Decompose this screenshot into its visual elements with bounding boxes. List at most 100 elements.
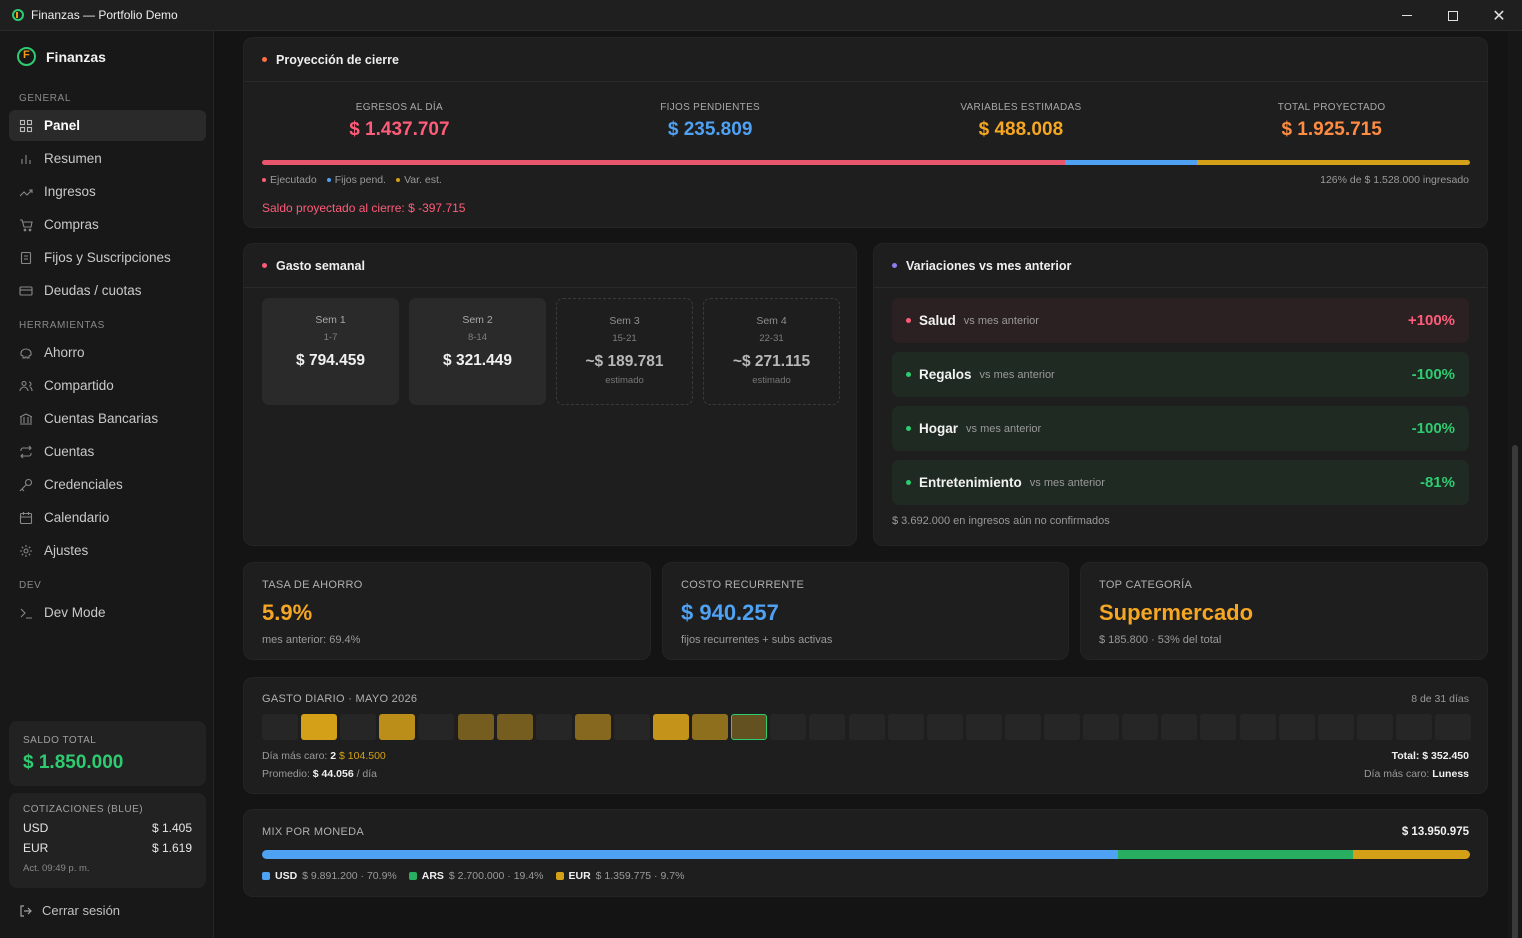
heatmap-day-cell[interactable] — [496, 714, 533, 740]
variation-sub: vs mes anterior — [1029, 476, 1105, 489]
heatmap-day-cell[interactable] — [1395, 714, 1432, 740]
sidebar-item-compras[interactable]: Compras — [9, 209, 206, 240]
sidebar-item-fijos-y-suscripciones[interactable]: Fijos y Suscripciones — [9, 242, 206, 273]
legend-fijos-dot — [326, 178, 331, 182]
sidebar-item-credenciales[interactable]: Credenciales — [9, 469, 206, 500]
heatmap-day-cell[interactable] — [574, 714, 611, 740]
week-range: 1-7 — [323, 332, 338, 343]
proyeccion-bar-variables — [1196, 160, 1470, 165]
heatmap-day-cell[interactable] — [887, 714, 924, 740]
scrollbar[interactable] — [1508, 31, 1522, 938]
variaciones-header: Variaciones vs mes anterior — [874, 244, 1487, 288]
trend-up-icon — [19, 185, 33, 199]
heatmap-day-cell[interactable] — [1083, 714, 1120, 740]
week-card[interactable]: Sem 4 22-31 ~$ 271.115 estimado — [703, 298, 840, 405]
heatmap-day-cell[interactable] — [418, 714, 455, 740]
heatmap-day-cell[interactable] — [731, 714, 768, 740]
sidebar-item-cuentas[interactable]: Cuentas — [9, 436, 206, 467]
sidebar-item-ahorro[interactable]: Ahorro — [9, 337, 206, 368]
kpi-sub: fijos recurrentes + subs activas — [681, 634, 833, 646]
heatmap-day-cell[interactable] — [1239, 714, 1276, 740]
heatmap-day-cell[interactable] — [301, 714, 338, 740]
average-value: $ 44.056 — [312, 768, 354, 780]
sidebar-item-label: Ingresos — [44, 184, 96, 199]
sidebar-item-dev-mode[interactable]: Dev Mode — [9, 597, 206, 628]
mix-bar-segment — [1118, 850, 1353, 859]
kpi-label: TASA DE AHORRO — [262, 579, 363, 591]
sidebar-item-label: Deudas / cuotas — [44, 283, 142, 298]
heatmap-day-cell[interactable] — [1200, 714, 1237, 740]
variation-row[interactable]: Salud vs mes anterior +100% — [892, 298, 1469, 343]
heatmap-day-cell[interactable] — [926, 714, 963, 740]
scrollbar-thumb[interactable] — [1512, 445, 1518, 938]
sidebar-item-ajustes[interactable]: Ajustes — [9, 535, 206, 566]
sidebar-item-cuentas-bancarias[interactable]: Cuentas Bancarias — [9, 403, 206, 434]
logout-button[interactable]: Cerrar sesión — [19, 903, 120, 918]
heatmap-day-cell[interactable] — [809, 714, 846, 740]
sidebar-item-ingresos[interactable]: Ingresos — [9, 176, 206, 207]
sidebar-item-resumen[interactable]: Resumen — [9, 143, 206, 174]
cotizaciones-updated: Act. 09:49 p. m. — [23, 863, 90, 874]
week-card[interactable]: Sem 1 1-7 $ 794.459 — [262, 298, 399, 405]
kpi-label: TOP CATEGORÍA — [1099, 579, 1193, 591]
sidebar-item-deudas-cuotas[interactable]: Deudas / cuotas — [9, 275, 206, 306]
grid-icon — [19, 119, 33, 133]
close-button[interactable]: ✕ — [1476, 0, 1522, 31]
week-label: Sem 1 — [315, 314, 346, 326]
brand[interactable]: Finanzas — [17, 47, 106, 66]
sidebar-item-panel[interactable]: Panel — [9, 110, 206, 141]
heatmap-day-cell[interactable] — [692, 714, 729, 740]
heatmap-day-cell[interactable] — [1161, 714, 1198, 740]
minimize-button[interactable] — [1384, 0, 1430, 31]
heatmap-day-cell[interactable] — [613, 714, 650, 740]
title-bar: Finanzas — Portfolio Demo ✕ — [0, 0, 1522, 31]
mix-legend-amount: $ 2.700.000 · 19.4% — [448, 870, 544, 882]
proyeccion-pct-note: 126% de $ 1.528.000 ingresado — [1320, 174, 1469, 186]
week-card[interactable]: Sem 3 15-21 ~$ 189.781 estimado — [556, 298, 693, 405]
proyeccion-title: Proyección de cierre — [276, 52, 399, 67]
heatmap-day-cell[interactable] — [379, 714, 416, 740]
heatmap-day-cell[interactable] — [965, 714, 1002, 740]
heatmap-day-cell[interactable] — [1278, 714, 1315, 740]
variaciones-footer: $ 3.692.000 en ingresos aún no confirmad… — [892, 515, 1110, 527]
sidebar-item-label: Dev Mode — [44, 605, 106, 620]
heatmap-day-cell[interactable] — [770, 714, 807, 740]
mix-legend-item: EUR $ 1.359.775 · 9.7% — [555, 870, 684, 882]
legend-variables: Var. est. — [396, 174, 442, 186]
saldo-total-label: SALDO TOTAL — [23, 735, 97, 746]
heatmap-day-cell[interactable] — [535, 714, 572, 740]
heatmap-day-cell[interactable] — [1317, 714, 1354, 740]
heatmap-day-cell[interactable] — [262, 714, 298, 740]
gear-icon — [19, 544, 33, 558]
week-card[interactable]: Sem 2 8-14 $ 321.449 — [409, 298, 546, 405]
week-label: Sem 2 — [462, 314, 493, 326]
heatmap-day-cell[interactable] — [848, 714, 885, 740]
heatmap-day-cell[interactable] — [1044, 714, 1080, 740]
mix-legend-swatch — [408, 872, 417, 880]
variation-row[interactable]: Hogar vs mes anterior -100% — [892, 406, 1469, 451]
heatmap-day-cell[interactable] — [1356, 714, 1393, 740]
sidebar-item-label: Ahorro — [44, 345, 85, 360]
variation-sub: vs mes anterior — [979, 368, 1055, 381]
piggy-bank-icon — [19, 346, 33, 360]
gasto-semanal-dot — [262, 263, 267, 268]
heatmap-day-cell[interactable] — [1004, 714, 1041, 740]
kpi-value: Supermercado — [1099, 600, 1254, 625]
variation-value: -100% — [1411, 420, 1455, 437]
legend-ejecutado: Ejecutado — [262, 174, 317, 186]
proyeccion-card: Proyección de cierre EGRESOS AL DÍA $ 1.4… — [243, 37, 1488, 228]
maximize-button[interactable] — [1430, 0, 1476, 31]
heatmap-day-cell[interactable] — [457, 714, 494, 740]
mix-bar — [262, 850, 1470, 859]
variation-row[interactable]: Regalos vs mes anterior -100% — [892, 352, 1469, 397]
variation-dot — [906, 480, 911, 485]
sidebar-item-compartido[interactable]: Compartido — [9, 370, 206, 401]
sidebar-item-calendario[interactable]: Calendario — [9, 502, 206, 533]
variation-row[interactable]: Entretenimiento vs mes anterior -81% — [892, 460, 1469, 505]
heatmap-day-cell[interactable] — [340, 714, 377, 740]
heatmap-day-cell[interactable] — [653, 714, 689, 740]
heatmap-day-cell[interactable] — [1435, 714, 1471, 740]
proyeccion-dot — [262, 57, 267, 62]
heatmap-day-cell[interactable] — [1122, 714, 1159, 740]
cotizacion-usd-label: USD — [23, 821, 49, 835]
